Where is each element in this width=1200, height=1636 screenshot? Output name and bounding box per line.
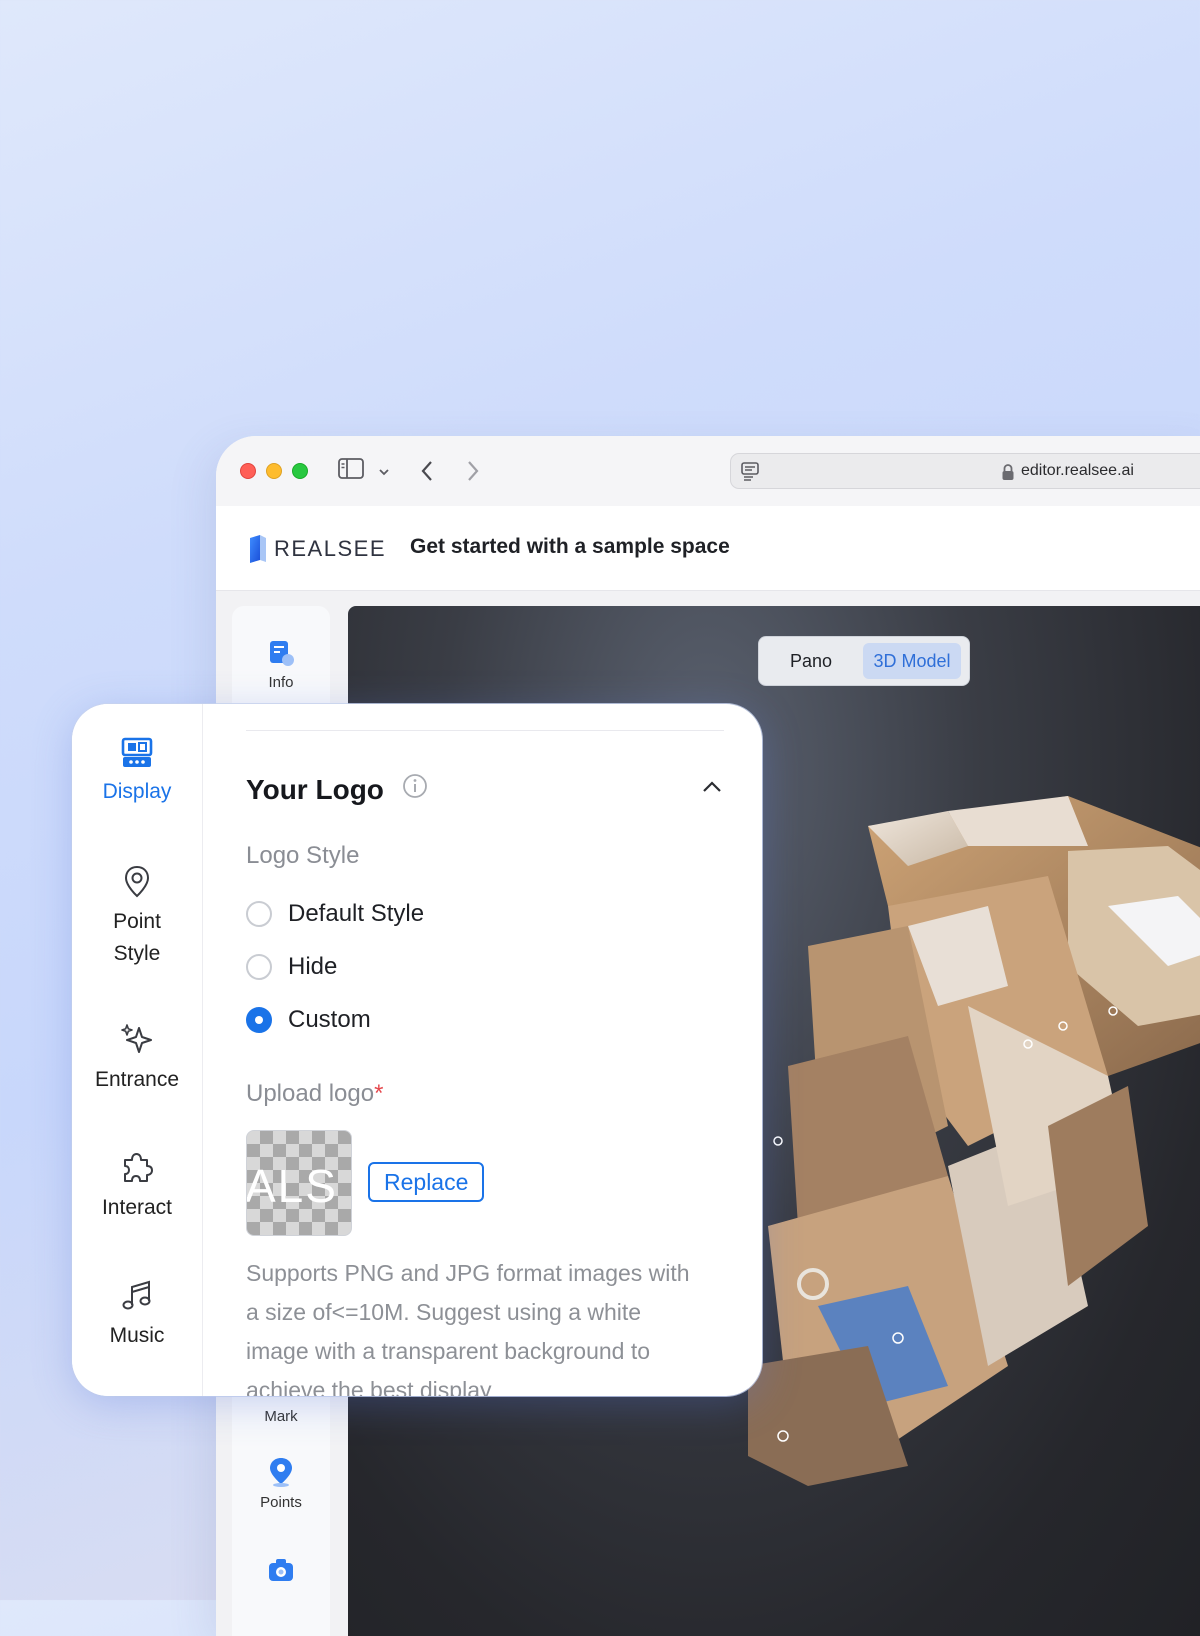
rail-item-mark[interactable]: Mark [232, 1408, 330, 1425]
maximize-window-button[interactable] [292, 463, 308, 479]
chevron-up-icon[interactable] [702, 780, 722, 799]
radio-label: Custom [288, 1006, 371, 1033]
url-text: editor.realsee.ai [1021, 462, 1134, 479]
brand-name: REALSEE [274, 536, 386, 561]
rail-item-info[interactable]: Info [232, 638, 330, 691]
nav-label: Music [109, 1324, 165, 1347]
logo-style-label: Logo Style [246, 842, 360, 869]
radio-hide[interactable]: Hide [246, 953, 337, 981]
rail-label: Info [268, 674, 294, 691]
minimize-window-button[interactable] [266, 463, 282, 479]
sparkle-icon [121, 1024, 152, 1053]
nav-label: Display [102, 780, 172, 803]
rail-label: Points [260, 1494, 302, 1511]
chevron-down-icon[interactable] [378, 464, 390, 482]
nav-label: Interact [101, 1196, 173, 1219]
panel-content: Your Logo Logo Style Default Style Hide … [202, 704, 762, 1396]
radio-custom[interactable]: Custom [246, 1006, 371, 1034]
close-window-button[interactable] [240, 463, 256, 479]
radio-button-selected[interactable] [246, 1007, 272, 1033]
nav-item-entrance[interactable]: Entrance [72, 1022, 202, 1096]
forward-icon[interactable] [466, 460, 480, 487]
puzzle-icon [124, 1153, 153, 1182]
browser-toolbar: editor.realsee.ai [216, 436, 1200, 507]
display-icon [121, 737, 153, 767]
upload-help-text: Supports PNG and JPG format images with … [246, 1260, 690, 1396]
nav-item-point-style[interactable]: Point Style [72, 864, 202, 970]
section-title: Your Logo [246, 774, 384, 805]
required-mark: * [374, 1080, 384, 1107]
logo-preview-text: ALS [246, 1160, 338, 1212]
radio-default-style[interactable]: Default Style [246, 900, 424, 928]
back-icon[interactable] [420, 460, 434, 487]
display-settings-panel: Display Point Style Entrance Interact Mu… [72, 704, 762, 1396]
app-header: REALSEE Get started with a sample space [216, 506, 1200, 591]
lock-icon [1001, 463, 1015, 486]
upload-logo-label: Upload logo* [246, 1080, 383, 1108]
realsee-logo-icon [250, 535, 266, 563]
nav-item-display[interactable]: Display [72, 736, 202, 808]
nav-item-music[interactable]: Music [72, 1278, 202, 1352]
nav-label: Entrance [94, 1068, 180, 1091]
replace-button[interactable]: Replace [368, 1162, 485, 1202]
radio-label: Default Style [288, 900, 425, 927]
map-pin-icon [124, 865, 150, 898]
location-pin-icon [270, 1458, 292, 1487]
radio-label: Hide [288, 953, 338, 980]
music-note-icon [122, 1280, 151, 1310]
info-icon[interactable] [402, 773, 428, 804]
panel-nav: Display Point Style Entrance Interact Mu… [72, 704, 203, 1396]
rail-item-points[interactable]: Points [232, 1456, 330, 1511]
address-bar[interactable]: editor.realsee.ai [730, 453, 1200, 489]
sidebar-toggle-icon[interactable] [338, 458, 364, 485]
rail-label: Mark [264, 1408, 298, 1425]
logo-preview[interactable]: ALS [246, 1130, 352, 1236]
rail-item-camera[interactable] [232, 1556, 330, 1584]
section-divider [246, 730, 724, 731]
camera-icon [269, 1559, 293, 1581]
brand-logo[interactable]: REALSEE [246, 534, 386, 564]
nav-label: Point Style [113, 910, 161, 965]
nav-item-interact[interactable]: Interact [72, 1150, 202, 1224]
info-doc-icon [270, 641, 294, 666]
upload-logo-text: Upload logo [246, 1080, 375, 1107]
radio-button[interactable] [246, 901, 272, 927]
page-title: Get started with a sample space [410, 535, 730, 558]
reader-icon[interactable] [741, 462, 759, 487]
radio-button[interactable] [246, 954, 272, 980]
